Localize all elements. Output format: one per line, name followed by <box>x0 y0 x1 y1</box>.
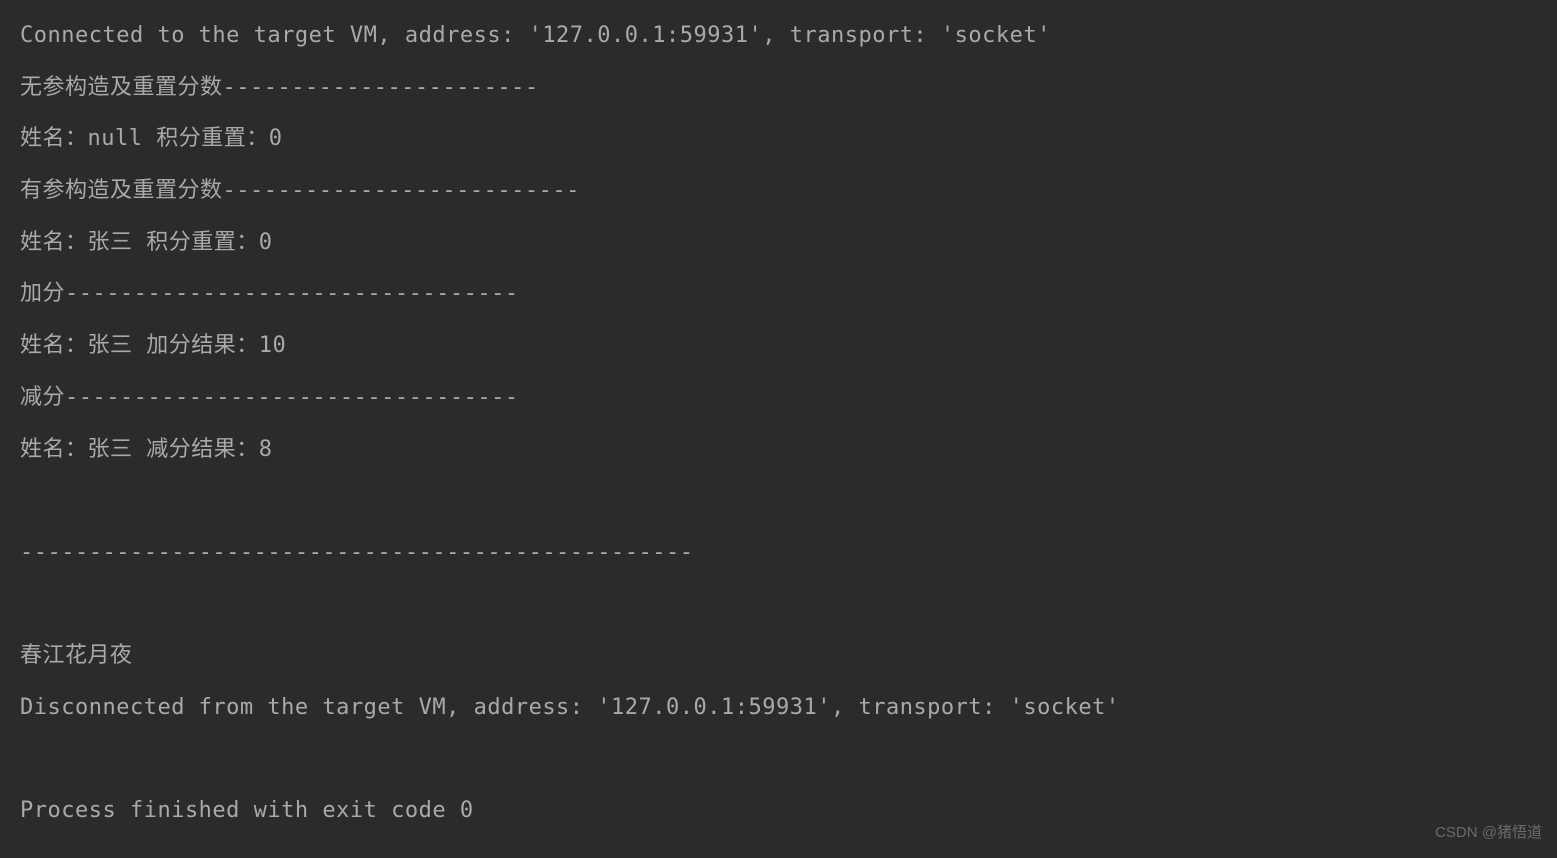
console-line: 姓名：张三 加分结果：10 <box>20 320 1537 372</box>
console-line: 有参构造及重置分数-------------------------- <box>20 165 1537 217</box>
console-line: 姓名：null 积分重置：0 <box>20 113 1537 165</box>
console-output: Connected to the target VM, address: '12… <box>20 10 1537 837</box>
watermark-text: CSDN @猪悟道 <box>1435 815 1542 850</box>
console-line <box>20 734 1537 786</box>
console-line: 减分--------------------------------- <box>20 372 1537 424</box>
console-line: Process finished with exit code 0 <box>20 785 1537 837</box>
console-line: Connected to the target VM, address: '12… <box>20 10 1537 62</box>
console-line: 春江花月夜 <box>20 630 1537 682</box>
console-line: 姓名：张三 减分结果：8 <box>20 424 1537 476</box>
console-line: ----------------------------------------… <box>20 527 1537 579</box>
console-line: 无参构造及重置分数----------------------- <box>20 62 1537 114</box>
console-line: Disconnected from the target VM, address… <box>20 682 1537 734</box>
console-line <box>20 475 1537 527</box>
console-line: 加分--------------------------------- <box>20 268 1537 320</box>
console-line <box>20 579 1537 631</box>
console-line: 姓名：张三 积分重置：0 <box>20 217 1537 269</box>
